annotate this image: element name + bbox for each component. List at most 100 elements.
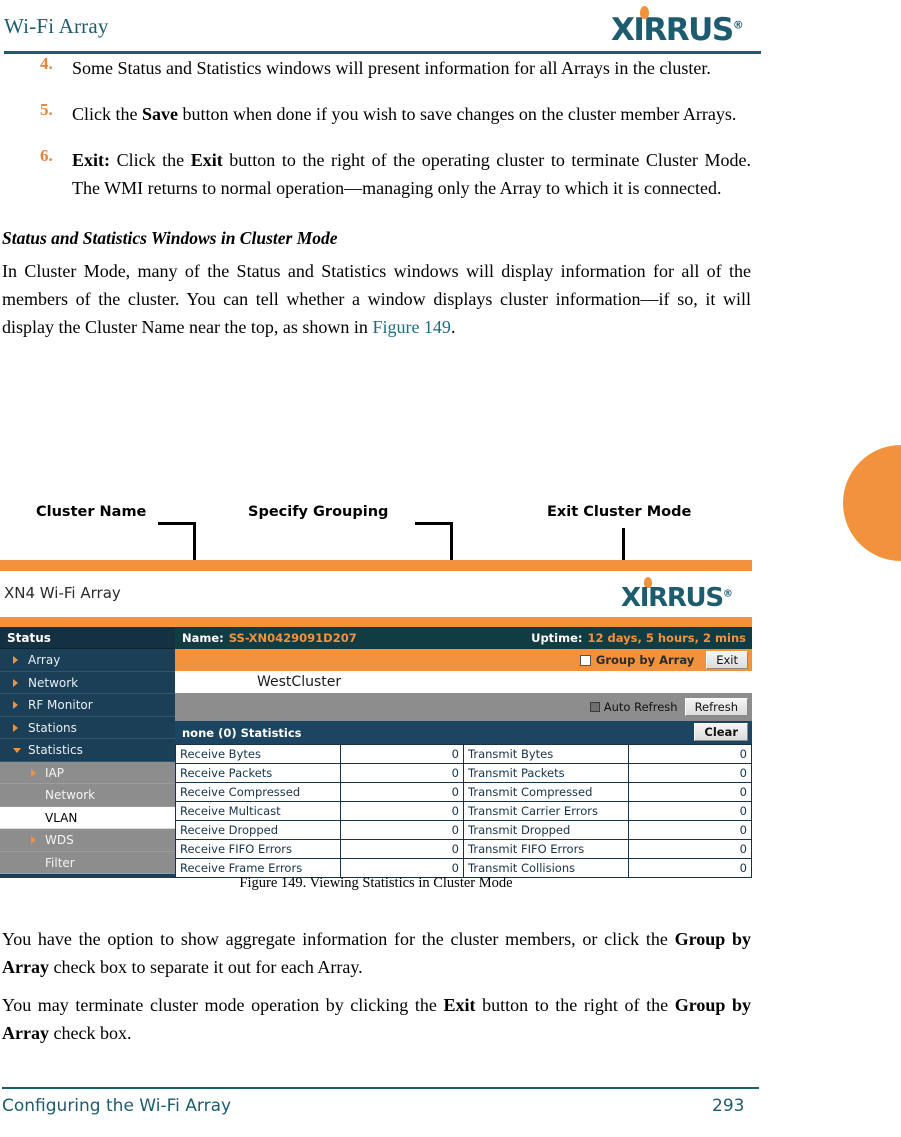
group-by-array-label: Group by Array	[595, 653, 695, 667]
sidebar-item-label: Network	[28, 675, 79, 690]
stat-key: Transmit Bytes	[463, 744, 629, 764]
refresh-button[interactable]: Refresh	[684, 698, 748, 716]
device-name-label: Name:	[182, 631, 224, 645]
sidebar-item-label: Filter	[45, 855, 75, 870]
table-row: Receive Multicast 0 Transmit Carrier Error…	[175, 801, 752, 821]
stat-key: Transmit Carrier Errors	[463, 801, 629, 821]
closing-paragraph-1: You have the option to show aggregate in…	[0, 925, 901, 981]
auto-refresh-label: Auto Refresh	[603, 700, 678, 714]
sidebar-item-iap[interactable]: IAP	[0, 761, 175, 784]
stat-value: 0	[340, 839, 464, 859]
emphasis-text: Exit:	[72, 150, 110, 170]
plain-text: Click the	[110, 150, 191, 170]
stat-key: Receive Compressed	[175, 782, 341, 802]
plain-text: check box to separate it out for each Ar…	[48, 957, 363, 977]
sidebar-item-label: Stations	[28, 720, 77, 735]
chevron-right-icon	[31, 768, 36, 777]
chevron-right-icon	[13, 678, 18, 687]
emphasis-text: Exit	[190, 150, 223, 170]
stat-key: Receive Bytes	[175, 744, 341, 764]
stat-key: Transmit Packets	[463, 763, 629, 783]
clear-button[interactable]: Clear	[694, 723, 748, 741]
wmi-xirrus-logo: XIRRUS®	[619, 574, 750, 614]
list-item: 6. Exit: Click the Exit button to the ri…	[0, 146, 901, 202]
stat-value: 0	[628, 744, 752, 764]
device-name-group: Name: SS-XN0429091D207	[182, 631, 357, 645]
exit-button[interactable]: Exit	[706, 651, 748, 669]
numbered-step-list: 4. Some Status and Statistics windows wi…	[0, 54, 901, 202]
page-header: Wi-Fi Array XIRRUS®	[0, 0, 901, 54]
figure-bottom-accent-bar	[0, 617, 752, 627]
sidebar-item-filter[interactable]: Filter	[0, 851, 175, 874]
figure-caption: Figure 149. Viewing Statistics in Cluste…	[239, 875, 513, 891]
step-text: Click the Save button when done if you w…	[72, 100, 901, 128]
table-row: Receive Dropped 0 Transmit Dropped 0	[175, 820, 752, 840]
stat-value: 0	[628, 839, 752, 859]
sidebar-item-statistics[interactable]: Statistics	[0, 739, 175, 762]
panel-title: none (0) Statistics	[182, 725, 302, 740]
wmi-status-bar: Name: SS-XN0429091D207 Uptime: 12 days, 5 …	[175, 627, 752, 649]
stat-key: Transmit Dropped	[463, 820, 629, 840]
sidebar-item-wds[interactable]: WDS	[0, 829, 175, 852]
table-row: Receive FIFO Errors 0 Transmit FIFO Errors…	[175, 839, 752, 859]
stat-key: Receive Dropped	[175, 820, 341, 840]
callout-label-specify-grouping: Specify Grouping	[248, 504, 389, 520]
step-number: 5.	[40, 100, 53, 119]
wmi-refresh-bar: Auto Refresh Refresh	[175, 693, 752, 721]
wmi-logo-registered-mark: ®	[722, 588, 733, 599]
sidebar-item-stations[interactable]: Stations	[0, 716, 175, 739]
figure-callouts: Cluster Name Specify Grouping Exit Clust…	[0, 498, 901, 672]
closing-paragraph-2: You may terminate cluster mode operation…	[0, 991, 901, 1047]
plain-text: Click the	[72, 104, 142, 124]
auto-refresh-checkbox[interactable]	[589, 702, 600, 712]
statistics-table: Receive Bytes 0 Transmit Bytes 0 Receive Pac…	[175, 744, 752, 878]
xirrus-logo: XIRRUS®	[611, 6, 766, 48]
emphasis-text: Exit	[443, 995, 476, 1015]
leader-line-horizontal	[415, 522, 453, 525]
wmi-sidebar: Status Array Network RF Monitor Stations…	[0, 627, 175, 878]
chevron-right-icon	[31, 836, 36, 844]
sidebar-item-rf-monitor[interactable]: RF Monitor	[0, 694, 175, 717]
section-subheading: Status and Statistics Windows in Cluster…	[2, 228, 338, 248]
closing-paragraphs: You have the option to show aggregate in…	[0, 925, 901, 1057]
plain-text: You may terminate cluster mode operation…	[2, 995, 444, 1015]
stat-key: Transmit Compressed	[463, 782, 629, 802]
page-footer: Configuring the Wi-Fi Array 293	[0, 1092, 901, 1132]
stat-value: 0	[628, 820, 752, 840]
sidebar-item-array[interactable]: Array	[0, 649, 175, 672]
stat-value: 0	[340, 782, 464, 802]
uptime-value: 12 days, 5 hours, 2 mins	[587, 631, 747, 645]
wmi-cluster-toolbar: Group by Array Exit	[175, 649, 752, 671]
cluster-name-value: WestCluster	[257, 674, 342, 690]
leader-line-horizontal	[158, 522, 196, 525]
sidebar-item-network[interactable]: Network	[0, 671, 175, 694]
step-number: 4.	[40, 54, 53, 73]
stat-key: Transmit FIFO Errors	[463, 839, 629, 859]
footer-page-number: 293	[712, 1096, 745, 1116]
sidebar-header-status: Status	[0, 627, 175, 649]
wmi-window: Status Array Network RF Monitor Stations…	[0, 627, 752, 878]
figure-cross-reference[interactable]: Figure 149	[372, 317, 451, 337]
cluster-name-row: WestCluster	[175, 671, 752, 693]
figure-top-accent-bar	[0, 560, 752, 571]
uptime-label: Uptime:	[531, 631, 583, 645]
sidebar-item-label: Array	[28, 653, 61, 667]
body-content: 4. Some Status and Statistics windows wi…	[0, 54, 901, 351]
uptime-group: Uptime: 12 days, 5 hours, 2 mins	[531, 631, 746, 645]
stat-key: Receive FIFO Errors	[175, 839, 341, 859]
group-by-array-checkbox[interactable]	[579, 654, 591, 666]
intro-paragraph: In Cluster Mode, many of the Status and …	[0, 257, 901, 341]
logo-registered-mark: ®	[732, 19, 744, 32]
callout-label-cluster-name: Cluster Name	[36, 504, 147, 520]
sidebar-item-statistics-network[interactable]: Network	[0, 784, 175, 807]
sidebar-item-vlan[interactable]: VLAN	[0, 806, 175, 829]
plain-text: button when done if you wish to save cha…	[178, 104, 737, 124]
figure-wmi-screenshot: XN4 Wi-Fi Array XIRRUS® Status Array Net…	[0, 560, 752, 878]
intro-text-after: .	[450, 317, 456, 337]
emphasis-text: Save	[142, 104, 178, 124]
wmi-logo-wordmark: XIRRUS	[621, 582, 724, 613]
list-item: 4. Some Status and Statistics windows wi…	[0, 54, 901, 82]
stat-value: 0	[628, 782, 752, 802]
table-row: Receive Compressed 0 Transmit Compressed 0	[175, 782, 752, 802]
stat-value: 0	[340, 820, 464, 840]
